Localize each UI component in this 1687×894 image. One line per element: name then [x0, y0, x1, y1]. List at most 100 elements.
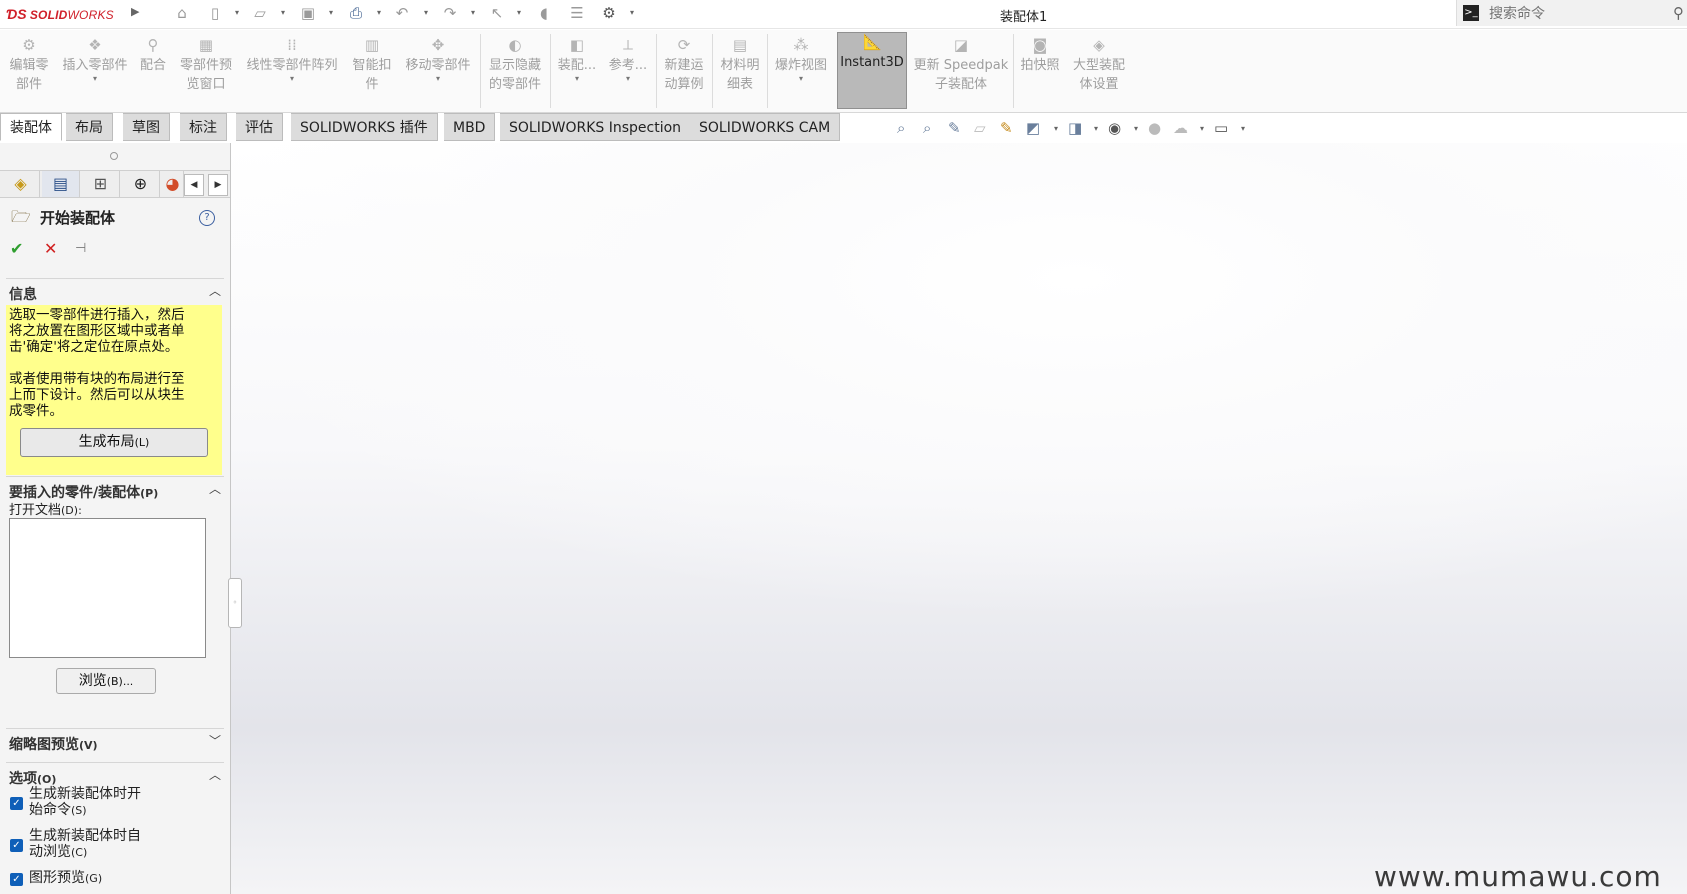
update-speedpak-button[interactable]: ◪ 更新 Speedpak 子装配体 [912, 36, 1010, 94]
view-settings-dropdown-icon[interactable]: ▾ [1241, 124, 1245, 133]
thumbnail-preview-header[interactable]: 缩略图预览(V) ﹀ [6, 728, 224, 753]
file-properties-icon[interactable]: ☰ [568, 4, 586, 22]
graphics-area[interactable] [231, 143, 1687, 894]
tab-cam[interactable]: SOLIDWORKS CAM [690, 113, 841, 141]
options-section-header[interactable]: 选项(O) ︿ [6, 762, 224, 787]
search-input[interactable] [1487, 3, 1661, 25]
open-documents-list[interactable] [9, 518, 206, 658]
property-manager-tab-icon[interactable]: ▤ [42, 171, 80, 197]
assembly-features-dropdown-icon[interactable]: ▾ [554, 75, 600, 83]
reference-geometry-button[interactable]: ⟂ 参考... ▾ [604, 36, 652, 83]
solidworks-logo[interactable]: ƊS SOLIDWORKS [6, 6, 114, 22]
tab-addins[interactable]: SOLIDWORKS 插件 [291, 113, 438, 141]
configuration-manager-tab-icon[interactable]: ⊞ [82, 171, 120, 197]
display-style-icon[interactable]: ◨ [1068, 119, 1082, 137]
chevron-up-icon[interactable]: ︿ [209, 766, 221, 783]
panel-splitter-handle[interactable]: ◦ [228, 578, 242, 628]
checkbox-checked-icon[interactable]: ✓ [10, 873, 23, 886]
chevron-down-icon[interactable]: ﹀ [209, 732, 221, 749]
smart-fasteners-button[interactable]: ▥ 智能扣件 [348, 36, 396, 94]
rebuild-icon[interactable]: ◖ [535, 4, 553, 22]
select-cursor-icon[interactable]: ↖ [488, 4, 506, 22]
bom-button[interactable]: ▤ 材料明 细表 [716, 36, 764, 94]
apply-scene-dropdown-icon[interactable]: ▾ [1200, 124, 1204, 133]
chevron-up-icon[interactable]: ︿ [209, 282, 221, 299]
view-settings-icon[interactable]: ▭ [1214, 119, 1228, 137]
chevron-up-icon[interactable]: ︿ [209, 480, 221, 497]
view-orientation-icon[interactable]: ◩ [1026, 119, 1040, 137]
tab-assembly[interactable]: 装配体 [0, 113, 62, 141]
display-manager-tab-icon[interactable]: ◕ [162, 171, 184, 197]
insert-section-header[interactable]: 要插入的零件/装配体(P) ︿ [6, 476, 224, 501]
exploded-view-button[interactable]: ⁂ 爆炸视图 ▾ [770, 36, 832, 83]
help-icon[interactable]: ? [199, 210, 215, 226]
previous-view-icon[interactable]: ✎ [948, 119, 961, 137]
checkbox-checked-icon[interactable]: ✓ [10, 797, 23, 810]
tab-layout[interactable]: 布局 [66, 113, 113, 141]
edit-appearance-icon[interactable]: ● [1148, 119, 1161, 137]
zoom-to-fit-icon[interactable]: ⌕ [897, 119, 905, 137]
component-preview-button[interactable]: ▦ 零部件预 览窗口 [174, 36, 238, 94]
tab-sketch[interactable]: 草图 [123, 113, 170, 141]
view-orientation-dropdown-icon[interactable]: ▾ [1054, 124, 1058, 133]
options-dropdown-icon[interactable]: ▾ [630, 8, 634, 17]
tab-evaluate[interactable]: 评估 [236, 113, 283, 141]
panel-grip-handle[interactable] [110, 152, 118, 160]
dimxpert-tab-icon[interactable]: ⊕ [122, 171, 160, 197]
hide-show-dropdown-icon[interactable]: ▾ [1134, 124, 1138, 133]
linear-pattern-dropdown-icon[interactable]: ▾ [242, 75, 342, 83]
feature-tree-tab-icon[interactable]: ◈ [2, 171, 40, 197]
create-layout-button[interactable]: 生成布局(L) [20, 428, 208, 457]
tab-inspection[interactable]: SOLIDWORKS Inspection [500, 113, 692, 141]
reference-geometry-dropdown-icon[interactable]: ▾ [604, 75, 652, 83]
print-dropdown-icon[interactable]: ▾ [377, 8, 381, 17]
instant3d-button[interactable]: 📐 Instant3D [837, 32, 907, 109]
pin-icon[interactable]: ⊣ [75, 241, 86, 256]
print-icon[interactable]: ⎙ [347, 4, 365, 22]
search-icon[interactable]: ⚲ [1673, 4, 1684, 22]
checkbox-checked-icon[interactable]: ✓ [10, 839, 23, 852]
show-hidden-button[interactable]: ◐ 显示隐藏 的零部件 [484, 36, 546, 94]
info-section-header[interactable]: 信息 ︿ [6, 278, 224, 303]
tabs-scroll-right-icon[interactable]: ▶ [208, 174, 228, 196]
snapshot-button[interactable]: ◙ 拍快照 [1017, 36, 1063, 75]
new-dropdown-icon[interactable]: ▾ [235, 8, 239, 17]
option-auto-browse[interactable]: ✓ 生成新装配体时自 动浏览(C) [8, 828, 208, 864]
dynamic-annotation-icon[interactable]: ✎ [1000, 119, 1013, 137]
new-file-icon[interactable]: ▯ [206, 4, 224, 22]
undo-icon[interactable]: ↶ [393, 4, 411, 22]
edit-component-button[interactable]: ⚙ 编辑零 部件 [5, 36, 53, 94]
browse-button[interactable]: 浏览(B)... [56, 668, 156, 694]
option-graphics-preview[interactable]: ✓ 图形预览(G) [8, 870, 208, 890]
tabs-scroll-left-icon[interactable]: ◀ [184, 174, 204, 196]
tab-markup[interactable]: 标注 [180, 113, 227, 141]
section-view-icon[interactable]: ▱ [974, 119, 986, 137]
undo-dropdown-icon[interactable]: ▾ [424, 8, 428, 17]
display-style-dropdown-icon[interactable]: ▾ [1094, 124, 1098, 133]
apply-scene-icon[interactable]: ☁ [1173, 119, 1188, 137]
open-file-icon[interactable]: ▱ [251, 4, 269, 22]
insert-component-button[interactable]: ❖ 插入零部件 ▾ [58, 36, 132, 83]
exploded-view-dropdown-icon[interactable]: ▾ [770, 75, 832, 83]
large-assembly-settings-button[interactable]: ◈ 大型装配 体设置 [1066, 36, 1132, 94]
tab-mbd[interactable]: MBD [444, 113, 496, 141]
cancel-button[interactable]: ✕ [44, 239, 57, 258]
option-start-command[interactable]: ✓ 生成新装配体时开 始命令(S) [8, 786, 208, 822]
save-icon[interactable]: ▣ [299, 4, 317, 22]
redo-dropdown-icon[interactable]: ▾ [471, 8, 475, 17]
open-dropdown-icon[interactable]: ▾ [281, 8, 285, 17]
home-icon[interactable]: ⌂ [173, 4, 191, 22]
new-motion-study-button[interactable]: ⟳ 新建运 动算例 [660, 36, 708, 94]
linear-pattern-button[interactable]: ⁞⁞ 线性零部件阵列 ▾ [242, 36, 342, 83]
search-box[interactable]: >_ ⚲ [1456, 0, 1687, 26]
mate-button[interactable]: ⚲ 配合 [136, 36, 170, 75]
ok-button[interactable]: ✔ [10, 239, 23, 258]
menu-expand-arrow-icon[interactable]: ▶ [131, 5, 139, 18]
redo-icon[interactable]: ↷ [441, 4, 459, 22]
assembly-features-button[interactable]: ◧ 装配... ▾ [554, 36, 600, 83]
hide-show-items-icon[interactable]: ◉ [1108, 119, 1121, 137]
select-dropdown-icon[interactable]: ▾ [517, 8, 521, 17]
save-dropdown-icon[interactable]: ▾ [329, 8, 333, 17]
zoom-to-area-icon[interactable]: ⌕ [923, 119, 931, 137]
move-component-dropdown-icon[interactable]: ▾ [400, 75, 476, 83]
